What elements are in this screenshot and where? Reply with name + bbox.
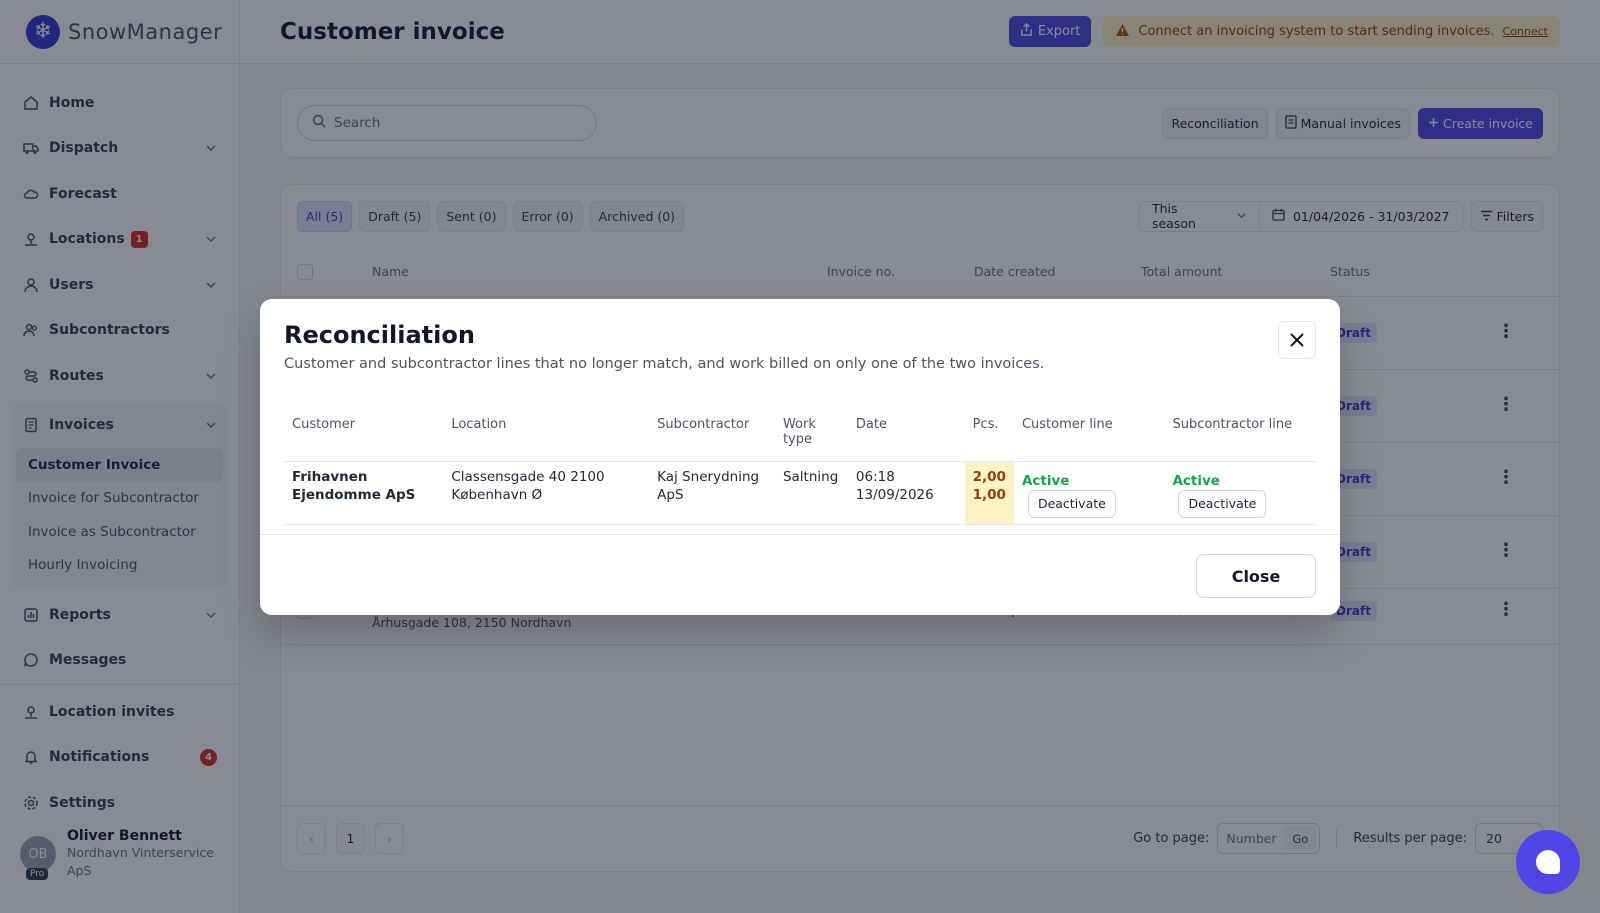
cell-work-type: Saltning	[774, 461, 848, 525]
col-work-type: Work type	[774, 411, 848, 462]
pcs-customer: 2,00	[972, 468, 1006, 485]
col-location: Location	[443, 411, 650, 462]
table-row: Frihavnen Ejendomme ApS Classensgade 40 …	[284, 461, 1316, 525]
reconciliation-modal: Reconciliation Customer and subcontracto…	[260, 299, 1340, 615]
cell-subcontractor-line: Active Deactivate	[1164, 461, 1316, 525]
deactivate-subcontractor-line-button[interactable]: Deactivate	[1178, 490, 1267, 518]
cell-subcontractor: Kaj Snerydning ApS	[649, 461, 775, 525]
cell-date: 06:18 13/09/2026	[847, 461, 965, 525]
col-date: Date	[847, 411, 965, 462]
pcs-subcontractor: 1,00	[972, 487, 1006, 504]
cell-pcs: 2,00 1,00	[964, 461, 1014, 525]
col-subcontractor-line: Subcontractor line	[1164, 411, 1316, 462]
reconciliation-table: Customer Location Subcontractor Work typ…	[284, 411, 1316, 525]
cell-customer: Frihavnen Ejendomme ApS	[284, 461, 444, 525]
chat-launcher-button[interactable]	[1516, 830, 1580, 894]
table-header-row: Customer Location Subcontractor Work typ…	[284, 411, 1316, 462]
modal-subtitle: Customer and subcontractor lines that no…	[284, 356, 1045, 372]
modal-footer: Close	[260, 534, 1340, 615]
close-icon[interactable]	[1278, 321, 1316, 359]
customer-line-status: Active	[1021, 472, 1070, 489]
modal-title: Reconciliation	[284, 321, 475, 349]
subcontractor-line-status: Active	[1172, 472, 1220, 489]
col-pcs: Pcs.	[964, 411, 1014, 462]
col-customer: Customer	[284, 411, 444, 462]
col-subcontractor: Subcontractor	[649, 411, 775, 462]
col-customer-line: Customer line	[1013, 411, 1165, 462]
cell-location: Classensgade 40 2100 København Ø	[443, 461, 650, 525]
chat-icon	[1536, 850, 1560, 874]
deactivate-customer-line-button[interactable]: Deactivate	[1027, 490, 1116, 518]
cell-customer-line: Active Deactivate	[1013, 461, 1165, 525]
close-button[interactable]: Close	[1196, 554, 1316, 598]
